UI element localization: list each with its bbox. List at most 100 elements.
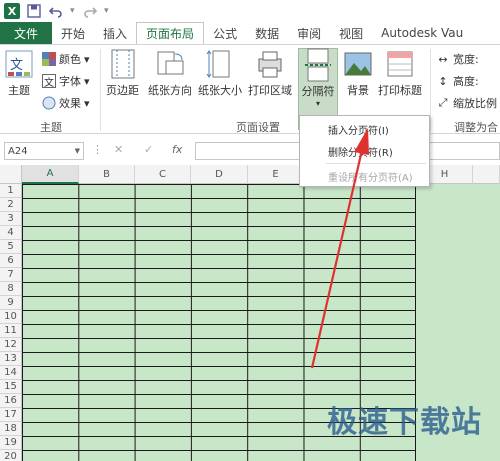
height-icon: ↕ (438, 74, 448, 88)
resize-dots-icon: ⋮ (92, 143, 103, 156)
svg-text:文: 文 (10, 58, 23, 73)
reset-all-page-breaks-item: 重设所有分页符(A) (328, 172, 413, 184)
themes-button[interactable]: 文 主题 (4, 49, 34, 98)
row-header[interactable]: 3 (0, 212, 22, 226)
tab-insert[interactable]: 插入 (94, 22, 136, 44)
theme-group-label: 主题 (40, 121, 62, 134)
print-titles-button[interactable]: 打印标题 (378, 49, 422, 98)
background-button[interactable]: 背景 (343, 49, 373, 98)
row-header[interactable]: 7 (0, 268, 22, 282)
row-header[interactable]: 4 (0, 226, 22, 240)
scale-percent-control[interactable]: ⤢ 缩放比例 (436, 95, 497, 111)
row-header[interactable]: 20 (0, 450, 22, 461)
scale-group-label: 调整为合 (454, 121, 498, 134)
remove-page-break-item[interactable]: 删除分页符(R) (300, 141, 429, 161)
row-header[interactable]: 1 (0, 184, 22, 198)
effects-icon (42, 96, 56, 110)
size-label: 纸张大小 (198, 84, 242, 97)
excel-app-icon: X (4, 3, 20, 19)
cancel-icon[interactable]: ✕ (114, 143, 123, 156)
theme-fonts-button[interactable]: 文 字体 ▾ (42, 73, 90, 89)
name-box-value: A24 (8, 145, 28, 157)
themes-icon: 文 (4, 49, 34, 79)
print-titles-label: 打印标题 (378, 84, 422, 97)
row-header[interactable]: 2 (0, 198, 22, 212)
theme-effects-button[interactable]: 效果 ▾ (42, 95, 90, 111)
watermark: 极速下载站 (327, 405, 482, 440)
select-all-corner[interactable] (0, 165, 22, 184)
breaks-dropdown-icon: ▾ (315, 99, 320, 108)
tab-data[interactable]: 数据 (246, 22, 288, 44)
colors-icon (42, 52, 56, 66)
page-break-icon (303, 48, 333, 82)
page-size-icon (205, 49, 235, 79)
colors-label: 颜色 (59, 53, 81, 66)
tab-formulas[interactable]: 公式 (204, 22, 246, 44)
tab-page-layout[interactable]: 页面布局 (136, 22, 205, 44)
quick-access-toolbar: X ▾ ▾ (0, 0, 500, 22)
themes-label: 主题 (8, 84, 30, 97)
row-header[interactable]: 15 (0, 380, 22, 394)
column-header[interactable]: A (22, 165, 79, 184)
insert-function-icon[interactable]: fx (172, 143, 182, 156)
background-label: 背景 (347, 84, 369, 97)
fonts-icon: 文 (42, 74, 56, 89)
margins-label: 页边距 (106, 84, 139, 97)
insert-page-break-item[interactable]: 插入分页符(I) (300, 119, 429, 139)
scale-label: 缩放比例 (453, 97, 497, 110)
breaks-label: 分隔符 (301, 85, 335, 98)
print-area-icon (255, 49, 285, 79)
page-setup-group-label: 页面设置 (236, 121, 280, 134)
row-header[interactable]: 9 (0, 296, 22, 310)
print-area-label: 打印区域 (248, 84, 292, 97)
margins-button[interactable]: 页边距 (106, 49, 139, 98)
column-header[interactable] (473, 165, 500, 184)
theme-colors-button[interactable]: 颜色 ▾ (42, 51, 90, 67)
undo-dropdown-icon[interactable]: ▾ (70, 6, 76, 16)
enter-icon[interactable]: ✓ (144, 143, 153, 156)
print-titles-icon (385, 49, 415, 79)
fonts-label: 字体 (59, 75, 81, 88)
row-header[interactable]: 10 (0, 310, 22, 324)
menu-separator (326, 163, 426, 164)
column-header[interactable]: E (248, 165, 304, 184)
row-header[interactable]: 8 (0, 282, 22, 296)
row-header[interactable]: 18 (0, 422, 22, 436)
row-header[interactable]: 19 (0, 436, 22, 450)
row-header[interactable]: 17 (0, 408, 22, 422)
ribbon-tabs: 文件 开始 插入 页面布局 公式 数据 审阅 视图 Autodesk Vau (0, 22, 500, 44)
row-header[interactable]: 14 (0, 366, 22, 380)
group-divider (100, 49, 101, 131)
scale-height-control[interactable]: ↕ 高度: (436, 73, 478, 89)
row-header[interactable]: 11 (0, 324, 22, 338)
row-header[interactable]: 12 (0, 338, 22, 352)
size-button[interactable]: 纸张大小 (198, 49, 242, 98)
redo-icon[interactable] (82, 3, 98, 19)
tab-review[interactable]: 审阅 (288, 22, 330, 44)
group-divider (430, 49, 431, 131)
column-header[interactable]: C (135, 165, 191, 184)
save-icon[interactable] (26, 3, 42, 19)
width-icon: ↔ (438, 52, 448, 66)
column-header[interactable]: D (191, 165, 248, 184)
tab-view[interactable]: 视图 (330, 22, 372, 44)
undo-icon[interactable] (48, 3, 64, 19)
scale-width-control[interactable]: ↔ 宽度: (436, 51, 479, 67)
margins-icon (108, 49, 138, 79)
name-box-dropdown-icon[interactable]: ▼ (75, 147, 80, 155)
row-header[interactable]: 5 (0, 240, 22, 254)
customize-qat-icon[interactable]: ▾ (104, 6, 110, 16)
row-header[interactable]: 16 (0, 394, 22, 408)
column-header[interactable]: B (79, 165, 135, 184)
tab-autodesk-vault[interactable]: Autodesk Vau (372, 22, 472, 44)
width-label: 宽度: (453, 53, 479, 66)
row-header[interactable]: 13 (0, 352, 22, 366)
effects-label: 效果 (59, 97, 81, 110)
orientation-button[interactable]: 纸张方向 (148, 49, 192, 98)
print-area-button[interactable]: 打印区域 (248, 49, 292, 98)
tab-file[interactable]: 文件 (0, 22, 53, 44)
name-box[interactable]: A24 ▼ (4, 142, 84, 160)
orientation-label: 纸张方向 (148, 84, 192, 97)
row-header[interactable]: 6 (0, 254, 22, 268)
tab-home[interactable]: 开始 (52, 22, 94, 44)
